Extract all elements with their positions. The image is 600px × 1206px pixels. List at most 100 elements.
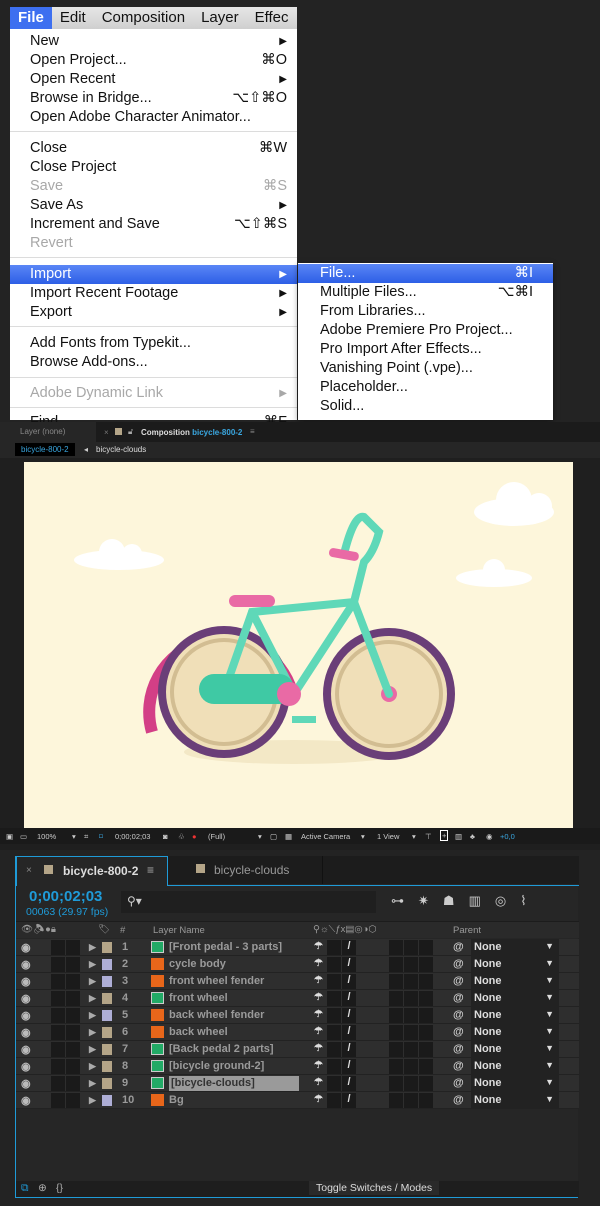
pick-whip-icon[interactable]: @ <box>453 1043 464 1055</box>
collapse-switch[interactable] <box>327 991 341 1006</box>
layer-name[interactable]: [bicycle-clouds] <box>169 1076 299 1091</box>
solo-switch[interactable] <box>51 1042 65 1057</box>
expand-arrow-icon[interactable]: ▶ <box>89 1095 96 1106</box>
toggle-pixel-aspect-icon[interactable]: ⊤ <box>425 832 432 841</box>
eye-icon[interactable]: ◉ <box>21 1009 31 1022</box>
parent-select[interactable]: None ▼ <box>471 1092 559 1109</box>
solo-switch[interactable] <box>51 1093 65 1108</box>
menu-item-open-adobe-character-animator[interactable]: Open Adobe Character Animator... <box>10 108 297 127</box>
composition-mini-flowchart-icon[interactable]: ⊶ <box>391 893 418 908</box>
always-preview-icon[interactable]: ▣ <box>6 832 13 841</box>
switch-cell[interactable] <box>389 1042 403 1057</box>
switch-cell[interactable] <box>404 974 418 989</box>
switch-cell[interactable] <box>419 1008 433 1023</box>
tab-bicycle-clouds[interactable]: bicycle-clouds <box>168 856 323 884</box>
shy-switch-icon[interactable]: ☂ <box>314 958 323 969</box>
collapse-switch[interactable] <box>327 1042 341 1057</box>
submenu-item-pro-import-after-effects[interactable]: Pro Import After Effects... <box>298 340 553 359</box>
menu-item-import-recent-footage[interactable]: Import Recent Footage ▶ <box>10 284 297 303</box>
menu-item-close-project[interactable]: Close Project <box>10 158 297 177</box>
draft-3d-icon[interactable]: ✷ <box>418 893 443 908</box>
switch-cell[interactable] <box>404 940 418 955</box>
col-layer-name[interactable]: Layer Name <box>153 925 205 936</box>
menu-item-open-project[interactable]: Open Project... ⌘O <box>10 51 297 70</box>
tab-bicycle-800-2[interactable]: × bicycle-800-2 ≡ <box>16 856 168 886</box>
panel-menu-icon[interactable]: ≡ <box>147 863 154 877</box>
layer-name[interactable]: cycle body <box>169 958 226 970</box>
show-snapshot-icon[interactable]: ♧ <box>178 832 185 841</box>
breadcrumb-child[interactable]: bicycle-clouds <box>96 445 146 454</box>
layer-row[interactable]: ◉ ▶ 8 [bicycle ground-2] ☂ / @ None ▼ <box>16 1058 579 1075</box>
layer-row[interactable]: ◉ ▶ 10 Bg ☂ / @ None ▼ <box>16 1092 579 1109</box>
shy-switch-icon[interactable]: ☂ <box>314 1094 323 1105</box>
switch-cell[interactable] <box>389 1076 403 1091</box>
layer-name[interactable]: [bicycle ground-2] <box>169 1060 264 1072</box>
layer-search-input[interactable]: ⚲▾ <box>121 891 376 913</box>
pick-whip-icon[interactable]: @ <box>453 1077 464 1089</box>
channel-icon[interactable]: ● <box>192 832 197 841</box>
switch-cell[interactable] <box>404 1042 418 1057</box>
label-color-swatch[interactable] <box>102 1095 112 1106</box>
shy-switch-icon[interactable]: ☂ <box>314 1009 323 1020</box>
switch-cell[interactable] <box>389 1093 403 1108</box>
layer-row[interactable]: ◉ ▶ 6 back wheel ☂ / @ None ▼ <box>16 1024 579 1041</box>
eye-icon[interactable]: ◉ <box>21 1026 31 1039</box>
parent-select[interactable]: None ▼ <box>471 939 559 956</box>
switch-cell[interactable] <box>389 1025 403 1040</box>
switch-cell[interactable] <box>404 957 418 972</box>
shy-switch-icon[interactable]: ☂ <box>314 1060 323 1071</box>
tab-layer[interactable]: Layer (none) <box>0 422 96 442</box>
lock-icon[interactable]: 🔓︎ <box>128 427 133 437</box>
in-out-icon[interactable]: {} <box>56 1182 63 1194</box>
lock-switch[interactable] <box>66 974 80 989</box>
motion-blur-icon[interactable]: ◎ <box>495 893 520 908</box>
parent-select[interactable]: None ▼ <box>471 1075 559 1092</box>
solo-switch[interactable] <box>51 940 65 955</box>
solo-switch[interactable] <box>51 1076 65 1091</box>
layer-switches-icon[interactable]: ⧉ <box>21 1182 29 1195</box>
lock-switch[interactable] <box>66 1042 80 1057</box>
quality-switch-icon[interactable]: / <box>342 940 356 955</box>
solo-switch[interactable] <box>51 1059 65 1074</box>
layer-row[interactable]: ◉ ▶ 3 front wheel fender ☂ / @ None ▼ <box>16 973 579 990</box>
menu-item-import[interactable]: Import ▶ <box>10 265 297 284</box>
switch-cell[interactable] <box>419 974 433 989</box>
quality-switch-icon[interactable]: / <box>342 1059 356 1074</box>
expand-arrow-icon[interactable]: ▶ <box>89 1010 96 1021</box>
layer-row[interactable]: ◉ ▶ 7 [Back pedal 2 parts] ☂ / @ None ▼ <box>16 1041 579 1058</box>
layer-row[interactable]: ◉ ▶ 1 [Front pedal - 3 parts] ☂ / @ None ▼ <box>16 939 579 956</box>
switch-cell[interactable] <box>404 991 418 1006</box>
dropdown-arrow-icon[interactable]: ▾ <box>258 832 262 841</box>
pick-whip-icon[interactable]: @ <box>453 941 464 953</box>
shy-switch-icon[interactable]: ☂ <box>314 1026 323 1037</box>
layer-name[interactable]: [Front pedal - 3 parts] <box>169 941 282 953</box>
menu-file[interactable]: File <box>10 7 52 29</box>
dropdown-arrow-icon[interactable]: ▾ <box>361 832 365 841</box>
solo-switch[interactable] <box>51 974 65 989</box>
switch-cell[interactable] <box>404 1093 418 1108</box>
menu-edit[interactable]: Edit <box>52 7 94 29</box>
menu-item-increment-and-save[interactable]: Increment and Save ⌥⇧⌘S <box>10 215 297 234</box>
quality-switch-icon[interactable]: / <box>342 991 356 1006</box>
layer-name[interactable]: [Back pedal 2 parts] <box>169 1043 274 1055</box>
parent-select[interactable]: None ▼ <box>471 973 559 990</box>
quality-switch-icon[interactable]: / <box>342 1076 356 1091</box>
mask-visibility-icon[interactable]: ⌑ <box>99 832 103 841</box>
solo-switch[interactable] <box>51 1025 65 1040</box>
layer-row[interactable]: ◉ ▶ 4 front wheel ☂ / @ None ▼ <box>16 990 579 1007</box>
label-color-swatch[interactable] <box>102 1061 112 1072</box>
shy-switch-icon[interactable]: ☂ <box>314 975 323 986</box>
toggle-switches-modes-button[interactable]: Toggle Switches / Modes <box>309 1181 440 1195</box>
switch-cell[interactable] <box>404 1025 418 1040</box>
switch-cell[interactable] <box>419 1093 433 1108</box>
layer-row[interactable]: ◉ ▶ 9 [bicycle-clouds] ☂ / @ None ▼ <box>16 1075 579 1092</box>
breadcrumb-root[interactable]: bicycle-800-2 <box>15 443 75 456</box>
shy-layers-icon[interactable]: ☗ <box>443 893 469 908</box>
label-color-swatch[interactable] <box>102 976 112 987</box>
close-icon[interactable]: × <box>26 865 32 876</box>
snapshot-icon[interactable]: ◙ <box>163 832 168 841</box>
menu-item-open-recent[interactable]: Open Recent ▶ <box>10 70 297 89</box>
eye-icon[interactable]: ◉ <box>21 992 31 1005</box>
eye-icon[interactable]: ◉ <box>21 1094 31 1107</box>
menu-item-close[interactable]: Close ⌘W <box>10 139 297 158</box>
